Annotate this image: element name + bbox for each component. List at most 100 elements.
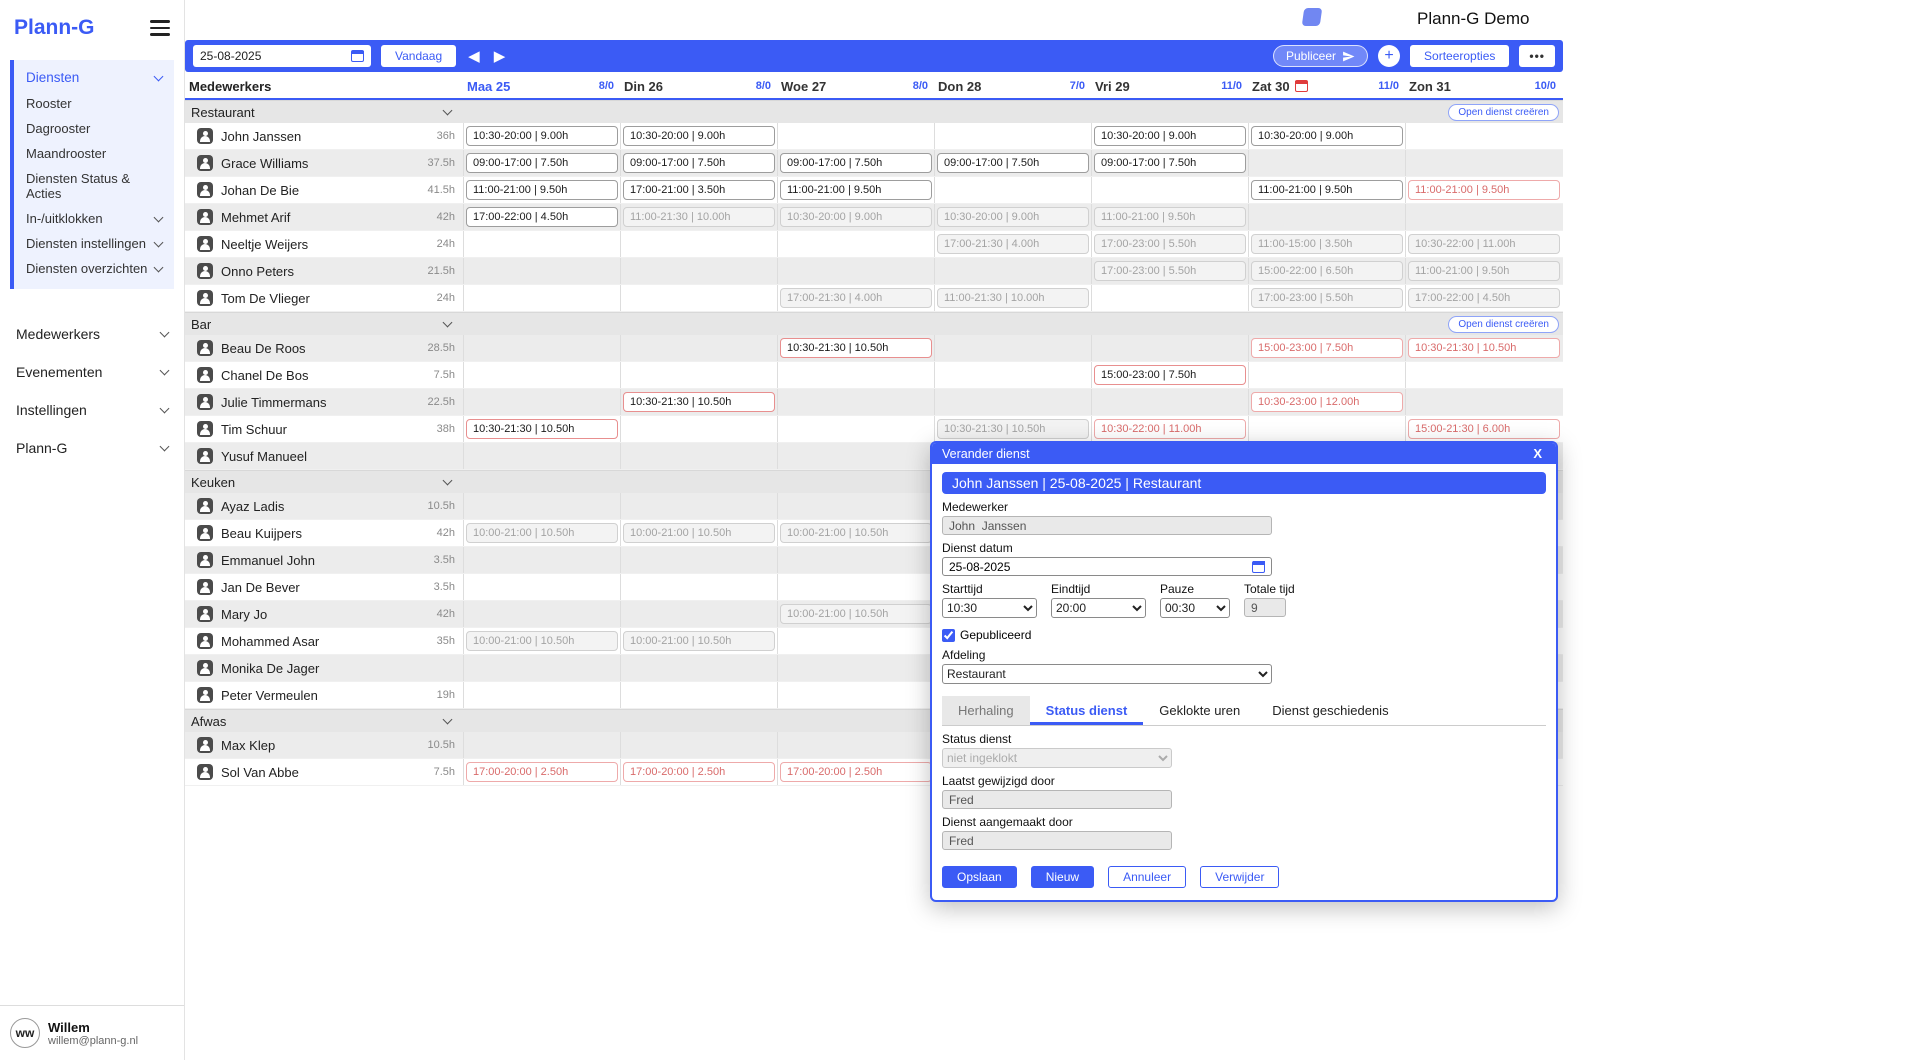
day-cell[interactable]: [620, 601, 777, 627]
day-header-din-26[interactable]: Din 268/0: [620, 79, 777, 94]
sidebar-item-in-uitklokken[interactable]: In-/uitklokken: [24, 206, 164, 231]
day-header-woe-27[interactable]: Woe 278/0: [777, 79, 934, 94]
day-cell[interactable]: [620, 732, 777, 758]
day-cell[interactable]: 09:00-17:00 | 7.50h: [777, 150, 934, 176]
shift-chip[interactable]: 17:00-22:00 | 4.50h: [1408, 288, 1560, 308]
shift-chip[interactable]: 11:00-21:30 | 10.00h: [937, 288, 1089, 308]
sidebar-item-diensten[interactable]: Diensten: [24, 64, 164, 91]
shift-chip[interactable]: 17:00-22:00 | 4.50h: [466, 207, 618, 227]
day-cell[interactable]: [1091, 285, 1248, 311]
day-cell[interactable]: [1091, 335, 1248, 361]
shift-chip[interactable]: 15:00-22:00 | 6.50h: [1251, 261, 1403, 281]
shift-chip[interactable]: 10:30-20:00 | 9.00h: [780, 207, 932, 227]
sort-options-button[interactable]: Sorteeropties: [1410, 45, 1509, 67]
day-cell[interactable]: 17:00-21:30 | 4.00h: [777, 285, 934, 311]
day-cell[interactable]: [777, 258, 934, 284]
day-cell[interactable]: 10:30-20:00 | 9.00h: [777, 204, 934, 230]
shift-chip[interactable]: 17:00-23:00 | 5.50h: [1094, 261, 1246, 281]
day-cell[interactable]: 17:00-21:30 | 4.00h: [934, 231, 1091, 257]
day-cell[interactable]: [934, 177, 1091, 203]
day-cell[interactable]: [1248, 362, 1405, 388]
day-cell[interactable]: [777, 389, 934, 415]
day-cell[interactable]: [620, 682, 777, 708]
day-cell[interactable]: [1405, 204, 1562, 230]
shift-chip[interactable]: 15:00-21:30 | 6.00h: [1408, 419, 1560, 439]
day-cell[interactable]: 10:30-21:30 | 10.50h: [620, 389, 777, 415]
day-cell[interactable]: 10:00-21:00 | 10.50h: [620, 520, 777, 546]
tab-geklokte-uren[interactable]: Geklokte uren: [1143, 696, 1256, 725]
day-cell[interactable]: [463, 231, 620, 257]
day-cell[interactable]: [1405, 362, 1562, 388]
day-cell[interactable]: 09:00-17:00 | 7.50h: [934, 150, 1091, 176]
open-shift-create-button[interactable]: Open dienst creëren: [1448, 316, 1559, 333]
hamburger-menu-icon[interactable]: [150, 20, 170, 36]
day-header-zon-31[interactable]: Zon 3110/0: [1405, 79, 1562, 94]
day-cell[interactable]: [463, 682, 620, 708]
day-cell[interactable]: [463, 258, 620, 284]
day-cell[interactable]: [620, 655, 777, 681]
day-cell[interactable]: 15:00-22:00 | 6.50h: [1248, 258, 1405, 284]
day-cell[interactable]: 10:30-20:00 | 9.00h: [934, 204, 1091, 230]
shift-chip[interactable]: 15:00-23:00 | 7.50h: [1094, 365, 1246, 385]
day-cell[interactable]: [1405, 123, 1562, 149]
publish-button[interactable]: Publiceer: [1273, 45, 1368, 67]
shift-chip[interactable]: 17:00-20:00 | 2.50h: [466, 762, 618, 782]
section-title-wrap[interactable]: Bar: [185, 317, 463, 332]
shift-chip[interactable]: 11:00-21:00 | 9.50h: [1408, 261, 1560, 281]
close-icon[interactable]: X: [1529, 446, 1546, 461]
day-cell[interactable]: 15:00-21:30 | 6.00h: [1405, 416, 1562, 442]
day-cell[interactable]: [463, 335, 620, 361]
day-cell[interactable]: [620, 493, 777, 519]
shift-chip[interactable]: 09:00-17:00 | 7.50h: [623, 153, 775, 173]
day-cell[interactable]: 17:00-20:00 | 2.50h: [620, 759, 777, 785]
shift-chip[interactable]: 10:00-21:00 | 10.50h: [466, 523, 618, 543]
day-cell[interactable]: 17:00-23:00 | 5.50h: [1091, 258, 1248, 284]
section-title-wrap[interactable]: Afwas: [185, 714, 463, 729]
day-cell[interactable]: 10:30-21:30 | 10.50h: [777, 335, 934, 361]
day-cell[interactable]: [620, 362, 777, 388]
day-cell[interactable]: [463, 362, 620, 388]
shift-chip[interactable]: 10:00-21:00 | 10.50h: [623, 523, 775, 543]
shift-chip[interactable]: 17:00-23:00 | 5.50h: [1251, 288, 1403, 308]
shift-chip[interactable]: 11:00-21:00 | 9.50h: [1408, 180, 1560, 200]
day-cell[interactable]: [620, 443, 777, 469]
sidebar-item-rooster[interactable]: Rooster: [24, 91, 164, 116]
shift-chip[interactable]: 11:00-21:00 | 9.50h: [780, 180, 932, 200]
day-cell[interactable]: [777, 231, 934, 257]
day-cell[interactable]: 10:30-21:30 | 10.50h: [463, 416, 620, 442]
open-shift-create-button[interactable]: Open dienst creëren: [1448, 104, 1559, 121]
tab-dienst-geschiedenis[interactable]: Dienst geschiedenis: [1256, 696, 1404, 725]
day-cell[interactable]: [777, 655, 934, 681]
day-cell[interactable]: [620, 285, 777, 311]
day-cell[interactable]: 10:30-20:00 | 9.00h: [620, 123, 777, 149]
modal-button-opslaan[interactable]: Opslaan: [942, 866, 1017, 888]
sidebar-item-diensten-overzichten[interactable]: Diensten overzichten: [24, 256, 164, 281]
prev-week-button[interactable]: ◀: [466, 49, 482, 64]
day-cell[interactable]: 11:00-21:00 | 9.50h: [1248, 177, 1405, 203]
day-cell[interactable]: 17:00-20:00 | 2.50h: [777, 759, 934, 785]
day-cell[interactable]: 11:00-15:00 | 3.50h: [1248, 231, 1405, 257]
shift-chip[interactable]: 09:00-17:00 | 7.50h: [780, 153, 932, 173]
shift-chip[interactable]: 11:00-21:00 | 9.50h: [1251, 180, 1403, 200]
shift-chip[interactable]: 10:30-21:30 | 10.50h: [1408, 338, 1560, 358]
day-cell[interactable]: [1248, 416, 1405, 442]
day-cell[interactable]: [777, 732, 934, 758]
day-cell[interactable]: 10:30-21:30 | 10.50h: [934, 416, 1091, 442]
day-cell[interactable]: 15:00-23:00 | 7.50h: [1091, 362, 1248, 388]
day-cell[interactable]: 10:00-21:00 | 10.50h: [620, 628, 777, 654]
user-box[interactable]: ww Willem willem@plann-g.nl: [0, 1005, 184, 1060]
day-cell[interactable]: 15:00-23:00 | 7.50h: [1248, 335, 1405, 361]
day-cell[interactable]: 17:00-21:00 | 3.50h: [620, 177, 777, 203]
sidebar-item-dagrooster[interactable]: Dagrooster: [24, 116, 164, 141]
sidebar-item-maandrooster[interactable]: Maandrooster: [24, 141, 164, 166]
day-cell[interactable]: [463, 547, 620, 573]
shift-chip[interactable]: 09:00-17:00 | 7.50h: [937, 153, 1089, 173]
day-cell[interactable]: [463, 655, 620, 681]
shift-chip[interactable]: 17:00-23:00 | 5.50h: [1094, 234, 1246, 254]
day-cell[interactable]: [1248, 204, 1405, 230]
sidebar-item-instellingen[interactable]: Instellingen: [0, 391, 184, 429]
day-cell[interactable]: [463, 389, 620, 415]
day-cell[interactable]: [463, 443, 620, 469]
day-cell[interactable]: 17:00-23:00 | 5.50h: [1248, 285, 1405, 311]
day-cell[interactable]: [463, 601, 620, 627]
